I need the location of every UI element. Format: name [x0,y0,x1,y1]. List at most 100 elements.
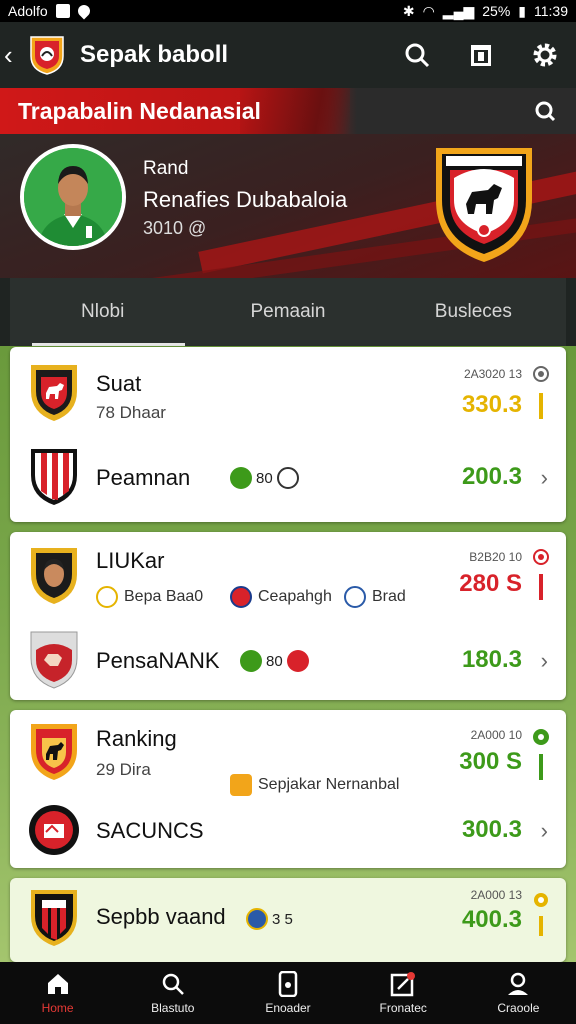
club-crest-icon [31,449,77,505]
list-item[interactable]: PensaNANK 80 180.3 › [10,620,566,700]
row-title: Suat [96,371,142,396]
phone-icon [275,971,301,997]
list-item[interactable]: Ranking 29 Dira Sepjakar Nernanbal 2A000… [10,716,566,796]
status-bar: Adolfo ✱ ◠ ▂▄▆ 25% ▮ 11:39 [0,0,576,22]
row-title: Sepbb vaand [96,904,226,929]
row-title: Ranking [96,726,177,751]
league-card: Sepbb vaand 3 5 2A000 13 400.3 [10,878,566,962]
back-arrow-icon[interactable]: ‹ [4,40,22,71]
profile-icon [505,971,531,997]
chip[interactable]: Bepa Baa0 [96,586,203,608]
row-meta: 2A000 13 [470,888,522,902]
edit-icon [390,971,416,997]
league-card: Ranking 29 Dira Sepjakar Nernanbal 2A000… [10,710,566,868]
club-badge-icon [344,586,366,608]
list-item[interactable]: Sepbb vaand 3 5 2A000 13 400.3 [10,880,566,960]
club-crest-icon [30,631,78,689]
nav-label: Craoole [497,1001,540,1015]
row-indicator [532,548,550,608]
bottom-nav: Home Blastuto Enoader Fronatec Craoole [0,962,576,1024]
chip[interactable]: Ceapahgh [230,586,332,608]
row-score: 180.3 [461,646,522,673]
row-score: 300 S [459,748,522,775]
league-card: LIUKar Bepa Baa0 Ceapahgh Brad B2B20 10 … [10,532,566,700]
tab-label: Pemaain [250,301,326,322]
tab-bar: Nlobi Pemaain Busleces [10,278,566,346]
team-badge: 80 [240,650,309,672]
row-meta: 2A000 10 [470,728,522,742]
player-avatar[interactable] [20,144,126,250]
nav-label: Blastuto [151,1001,195,1015]
search-icon [160,971,186,997]
club-crest-icon [31,890,77,946]
app-bar: ‹ Sepak baboll [0,22,576,88]
calendar-icon[interactable] [466,40,496,70]
banner-title: Trapabalin Nedanasial [18,98,261,124]
club-crest-icon[interactable] [432,140,536,266]
home-icon [45,971,71,997]
trophy-icon [534,893,548,907]
team-badge: 3 5 [246,908,293,930]
wifi-icon: ◠ [422,2,435,19]
time-text: 11:39 [534,3,568,19]
nav-edit[interactable]: Fronatec [346,962,461,1024]
chip-label: Ceapahgh [258,588,332,605]
chevron-right-icon[interactable]: › [541,648,548,674]
location-icon [75,2,93,20]
row-title: Peamnan [96,465,191,490]
club-badge-icon [96,586,118,608]
chip-label: Brad [372,588,406,605]
list-item[interactable]: LIUKar Bepa Baa0 Ceapahgh Brad B2B20 10 … [10,538,566,618]
tab-pemaain[interactable]: Pemaain [195,278,380,346]
nav-home[interactable]: Home [0,962,115,1024]
row-score: 400.3 [461,906,522,933]
hero-banner: Trapabalin Nedanasial Rand Renafies Duba… [0,88,576,278]
badge-text: 80 [266,652,283,670]
player-label: Rand [143,158,189,179]
nav-phone[interactable]: Enoader [230,962,345,1024]
gear-icon[interactable] [530,40,560,70]
team-badge: 80 [230,467,299,489]
nav-profile[interactable]: Craoole [461,962,576,1024]
player-name: Renafies Dubabaloia [143,187,348,212]
tab-label: Busleces [434,301,512,322]
nav-label: Home [41,1001,74,1015]
battery-icon: ▮ [518,2,526,19]
list-item[interactable]: SACUNCS 300.3 › [10,790,566,870]
chip-label: Bepa Baa0 [124,588,204,605]
chip[interactable]: Brad [344,586,406,608]
search-icon[interactable] [532,98,558,124]
row-score: 200.3 [461,463,522,490]
search-icon[interactable] [402,40,432,70]
nav-label: Fronatec [379,1001,427,1015]
row-score: 330.3 [461,391,522,418]
carrier-text: Adolfo [8,3,48,19]
club-crest-icon [29,805,79,855]
league-card: Suat 78 Dhaar 2A3020 13 330.3 Peamnan 80… [10,347,566,522]
nav-label: Enoader [265,1001,311,1015]
badge-text: 80 [256,469,273,487]
row-title: LIUKar [96,548,165,573]
tab-nlobi[interactable]: Nlobi [10,278,195,346]
bluetooth-icon: ✱ [402,2,415,19]
battery-text: 25% [482,3,511,19]
row-meta: 2A3020 13 [463,367,522,381]
list-item[interactable]: Suat 78 Dhaar 2A3020 13 330.3 [10,355,566,435]
club-badge-icon [240,650,262,672]
row-title: SACUNCS [96,818,204,843]
notification-icon [55,4,70,18]
club-badge-icon [230,586,252,608]
club-crest-icon [31,724,77,780]
soccer-ball-icon [286,650,309,672]
nav-search[interactable]: Blastuto [115,962,230,1024]
chevron-right-icon[interactable]: › [541,818,548,844]
soccer-ball-icon [533,549,549,565]
tab-busleces[interactable]: Busleces [381,278,566,346]
list-item[interactable]: Peamnan 80 200.3 › [10,437,566,517]
app-logo-icon [30,36,64,75]
club-crest-icon [31,365,77,421]
chevron-right-icon[interactable]: › [541,465,548,491]
player-stat: 3010 @ [143,218,207,238]
signal-icon: ▂▄▆ [442,2,475,19]
row-subtitle: 78 Dhaar [96,403,166,422]
